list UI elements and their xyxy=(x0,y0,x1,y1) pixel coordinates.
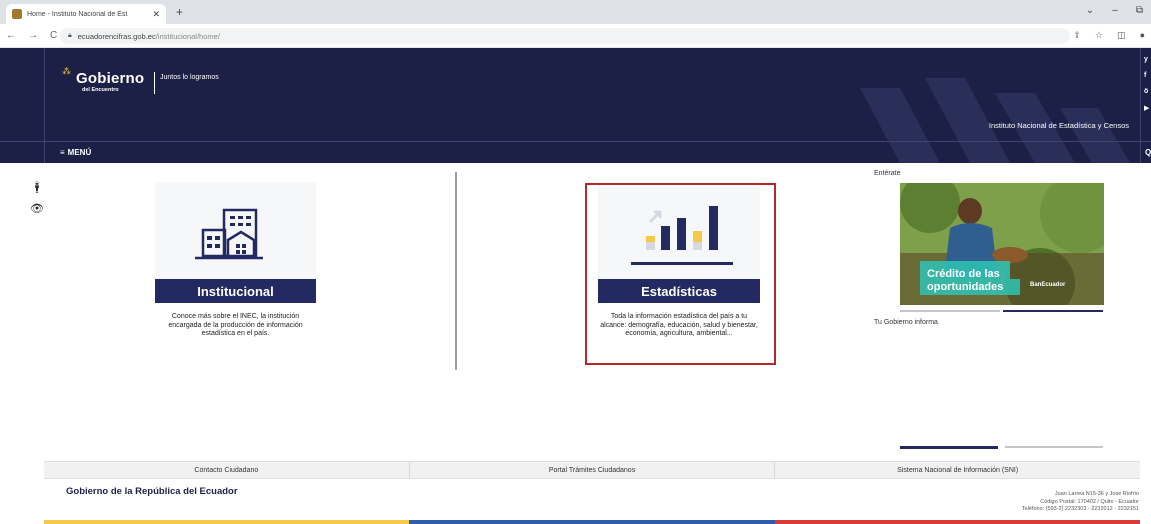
minimize-button[interactable]: – xyxy=(1112,5,1118,16)
facebook-icon[interactable]: f xyxy=(1144,72,1149,79)
window-controls: ⌄ – ⧉ xyxy=(1086,5,1143,16)
address-line-2: Código Postal: 170402 / Quito - Ecuador xyxy=(1040,498,1139,505)
browser-tab[interactable]: Home - Instituto Nacional de Est ✕ xyxy=(6,4,166,24)
header-right-rule xyxy=(1140,48,1141,163)
logo-sub: del Encuentro xyxy=(82,87,119,93)
search-icon[interactable]: Q xyxy=(1145,148,1151,157)
forward-icon[interactable]: → xyxy=(28,30,38,41)
banner-caption-line2: oportunidades xyxy=(927,281,1004,293)
logo-divider xyxy=(154,72,155,94)
favicon-icon xyxy=(12,9,22,19)
address-line-3: Teléfono: (593-2) 2232303 - 2232012 - 22… xyxy=(1021,506,1139,512)
hamburger-icon: ≡ xyxy=(60,148,65,157)
address-line-1: Juan Larrea N15-36 y José Riofrío xyxy=(1054,491,1139,497)
logo-word: Gobierno xyxy=(76,70,145,87)
vertical-divider xyxy=(455,172,457,370)
highlight-frame xyxy=(585,183,776,365)
footer-address: Juan Larrea N15-36 y José Riofrío Código… xyxy=(1022,491,1139,514)
reload-icon[interactable]: C xyxy=(50,30,57,41)
banner-caption-line1: Crédito de las xyxy=(927,268,1000,280)
bookmark-star-icon[interactable]: ☆ xyxy=(1095,30,1103,41)
carousel2-dot-1[interactable] xyxy=(900,446,998,449)
banecuador-logo: BanEcuador xyxy=(1030,282,1066,288)
footer-gov-title: Gobierno de la República del Ecuador xyxy=(66,486,238,497)
carousel2-dot-2[interactable] xyxy=(1005,446,1103,448)
enterate-heading: Entérate xyxy=(874,170,901,177)
header-decoration xyxy=(860,78,1130,163)
institution-name[interactable]: Instituto Nacional de Estadística y Cens… xyxy=(989,121,1129,130)
institucional-card-image[interactable] xyxy=(155,182,316,282)
tu-gobierno-heading: Tu Gobierno informa xyxy=(874,319,938,326)
share-icon[interactable]: ⇪ xyxy=(1073,30,1081,41)
logo-slogan: Juntos lo logramos xyxy=(160,74,219,81)
nav-buttons: ← → C xyxy=(6,30,57,41)
url-host: ecuadorencifras.gob.ec xyxy=(77,31,156,41)
menu-button[interactable]: ≡ MENÚ xyxy=(60,148,91,157)
sidebar-icon[interactable]: ◫ xyxy=(1117,30,1126,41)
site-header: ⁂ Gobierno del Encuentro Juntos lo logra… xyxy=(0,48,1151,163)
tab-search-icon[interactable]: ⌄ xyxy=(1086,5,1094,16)
tab-title: Home - Instituto Nacional de Est xyxy=(27,10,128,18)
footer-link-tramites[interactable]: Portal Trámites Ciudadanos xyxy=(410,462,776,478)
twitter-icon[interactable]: y xyxy=(1144,56,1149,63)
url-field[interactable]: 🔒︎ ecuadorencifras.gob.ec/institucional/… xyxy=(60,28,1070,44)
accessibility-icon[interactable]: 🕴︎ xyxy=(30,181,44,194)
instagram-icon[interactable]: ö xyxy=(1144,88,1149,95)
header-left-rule xyxy=(44,48,45,163)
carousel-dot-2[interactable] xyxy=(1003,310,1103,312)
header-divider xyxy=(0,141,1151,142)
profile-icon[interactable]: ● xyxy=(1140,30,1145,41)
carousel-dot-1[interactable] xyxy=(900,310,1000,312)
footer-links: Contacto Ciudadano Portal Trámites Ciuda… xyxy=(44,461,1140,479)
new-tab-button[interactable]: + xyxy=(176,5,183,19)
social-links: y f ö ▶ xyxy=(1144,56,1149,112)
browser-actions: ⇪ ☆ ◫ ● xyxy=(1073,30,1145,41)
eye-icon[interactable]: 👁︎ xyxy=(30,202,44,215)
flag-stripe xyxy=(44,520,1140,524)
accessibility-tools: 🕴︎ 👁︎ xyxy=(30,181,44,215)
building-icon xyxy=(195,208,263,260)
menu-label: MENÚ xyxy=(67,148,92,157)
footer-link-sni[interactable]: Sistema Nacional de Información (SNI) xyxy=(775,462,1140,478)
back-icon[interactable]: ← xyxy=(6,30,16,41)
institucional-description: Conoce más sobre el INEC, la institución… xyxy=(168,313,303,337)
institucional-title[interactable]: Institucional xyxy=(155,279,316,303)
lock-icon: 🔒︎ xyxy=(68,32,72,39)
youtube-icon[interactable]: ▶ xyxy=(1144,104,1149,112)
address-bar-row: ← → C 🔒︎ ecuadorencifras.gob.ec/instituc… xyxy=(0,24,1151,48)
sun-rays-icon: ⁂ xyxy=(62,66,71,76)
banner-caption: Crédito de las oportunidades xyxy=(927,268,1003,294)
restore-button[interactable]: ⧉ xyxy=(1136,5,1143,16)
footer-link-contacto[interactable]: Contacto Ciudadano xyxy=(44,462,410,478)
browser-tab-bar: Home - Instituto Nacional de Est ✕ + ⌄ –… xyxy=(0,0,1151,24)
tab-close-icon[interactable]: ✕ xyxy=(152,9,160,20)
url-path: /institucional/home/ xyxy=(155,31,220,41)
